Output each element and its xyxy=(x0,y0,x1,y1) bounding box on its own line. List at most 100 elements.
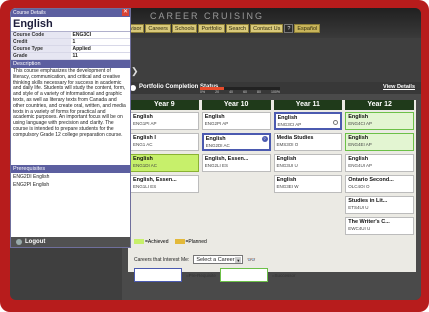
nav-portfolio[interactable]: Portfolio xyxy=(198,24,225,33)
course-card-code: ENG4UI AP xyxy=(348,163,373,168)
glasses-icon[interactable]: 👓 xyxy=(247,256,256,264)
course-card-name: English I xyxy=(133,135,156,141)
course-card-code: ENG2PI AP xyxy=(204,121,229,126)
course-card-name: English xyxy=(276,156,297,162)
course-grid: Year 9 Year 10 Year 11 Year 12 English EN… xyxy=(128,100,416,282)
field-key: Course Code xyxy=(11,32,71,38)
course-card[interactable]: English ENG2DI AC? xyxy=(201,133,271,151)
course-card-name: English xyxy=(348,156,369,162)
nav-bar: Advisor Careers Schools Portfolio Search… xyxy=(120,24,321,33)
course-card-code: ENG3UI U xyxy=(276,163,298,168)
year-column: English ENG1PI AP English I ENG1 AC English E… xyxy=(130,112,199,235)
course-card[interactable]: English ENG4EI AP xyxy=(345,133,414,151)
chevron-down-icon: ▼ xyxy=(235,257,242,263)
career-select[interactable]: Select a Career ▼ xyxy=(193,255,244,264)
legend-planned-swatch xyxy=(174,239,185,245)
career-select-value: Select a Career xyxy=(196,257,235,263)
info-icon[interactable]: ? xyxy=(261,136,268,142)
view-details-link[interactable]: View Details xyxy=(383,84,415,90)
course-card-code: OLC4OI O xyxy=(348,184,370,189)
course-card[interactable]: The Writer's C... EWC4UI U xyxy=(345,217,414,235)
course-card[interactable]: English ENG2PI AP xyxy=(201,112,271,130)
course-card-code: ENG1PI AP xyxy=(133,121,157,126)
course-card-name: English, Essen... xyxy=(133,177,177,183)
course-card[interactable]: English ENG4UI AP xyxy=(345,154,414,172)
course-card-name: English xyxy=(133,114,153,120)
main-content: Portfolio Completion Status 0% 20 40 60 … xyxy=(122,82,421,300)
outer-frame: CAREER CRUISING Advisor Careers Schools … xyxy=(0,0,429,312)
course-card-code: ENG1LI ES xyxy=(133,184,157,189)
field-key: Grade xyxy=(11,53,71,59)
year-header: Year 12 xyxy=(345,100,414,110)
course-card-name: Media Studies xyxy=(276,135,314,141)
course-card-code: ENG1 AC xyxy=(133,142,153,147)
nav-contact[interactable]: Contact Us xyxy=(250,24,284,33)
legend-achieved-label: =Achieved xyxy=(145,239,169,245)
course-card-code: ENG2LI ES xyxy=(204,163,229,168)
nav-search[interactable]: Search xyxy=(225,24,250,33)
careers-row: Careers that Interest Me: Select a Caree… xyxy=(134,255,256,264)
course-card-name: English xyxy=(348,114,369,120)
course-card[interactable]: Media Studies EMS3OI O xyxy=(273,133,343,151)
course-card-name: English xyxy=(277,115,298,121)
course-card[interactable]: English ENG3EI W xyxy=(273,175,343,193)
progress-tick: 0% xyxy=(200,90,206,94)
field-value: Applied xyxy=(72,46,91,52)
careers-label: Careers that Interest Me: xyxy=(134,256,190,263)
course-card[interactable]: Studies in Lit... ETS4UI U xyxy=(345,196,414,214)
progress-tick: 40 xyxy=(229,90,233,94)
course-details-panel: Course Details ✕ English Course Code ENG… xyxy=(10,8,131,248)
course-card-code: ENG1DI AC xyxy=(133,163,158,168)
course-card[interactable]: English ENG3CI AP xyxy=(273,112,343,130)
logout-button[interactable]: Logout xyxy=(11,237,130,247)
course-card[interactable]: Ontario Second... OLC4OI O xyxy=(345,175,414,193)
successor-label: =Successor xyxy=(271,272,296,278)
course-card[interactable]: English ENG1DI AC xyxy=(130,154,199,172)
successor-swatch xyxy=(219,268,268,282)
progress-tick: 60 xyxy=(243,90,247,94)
course-card-code: ENG3CI AP xyxy=(277,122,302,127)
nav-careers[interactable]: Careers xyxy=(145,24,171,33)
course-card[interactable]: English ENG3UI U xyxy=(273,154,343,172)
field-key: Course Type xyxy=(11,46,71,52)
relationship-key: =Pre-Requisite =Successor xyxy=(134,268,296,282)
legend-achieved-swatch xyxy=(134,239,144,245)
course-card-name: English xyxy=(133,156,153,162)
progress-tick: 80 xyxy=(257,90,261,94)
year-column: English ENG3CI AP Media Studies EMS3OI O Eng… xyxy=(273,112,343,235)
field-value: ENG3CI xyxy=(72,32,92,38)
year-column: English ENG4CI AP English ENG4EI AP English E… xyxy=(345,112,414,235)
course-card-name: English xyxy=(348,135,369,141)
year-header: Year 11 xyxy=(273,100,343,110)
course-card[interactable]: English ENG4CI AP xyxy=(345,112,414,130)
field-value: 11 xyxy=(72,53,78,59)
prerequisites-heading: Prerequisites xyxy=(11,165,130,173)
field-value: 1 xyxy=(72,39,76,45)
prereq-label: =Pre-Requisite xyxy=(186,272,216,278)
prerequisite-item: ENG2DI English xyxy=(13,174,50,180)
course-card-code: ENG2DI AC xyxy=(205,143,230,148)
course-card[interactable]: English ENG1PI AP xyxy=(130,112,199,130)
year-header: Year 10 xyxy=(201,100,271,110)
course-card-code: ENG3EI W xyxy=(276,184,299,189)
course-card-code: ETS4UI U xyxy=(348,205,369,210)
nav-espanol[interactable]: Español xyxy=(294,24,321,33)
legend: =Achieved =Planned xyxy=(134,239,207,245)
description-text: This course emphasizes the development o… xyxy=(13,68,126,138)
completion-status-bar: Portfolio Completion Status 0% 20 40 60 … xyxy=(122,82,421,94)
course-card[interactable]: English, Essen... ENG1LI ES xyxy=(130,175,199,193)
field-key: Credit xyxy=(11,39,71,45)
close-icon[interactable]: ✕ xyxy=(122,9,129,16)
course-card[interactable]: English, Essen... ENG2LI ES xyxy=(201,154,271,172)
progress-ticks: 0% 20 40 60 80 100% xyxy=(200,90,280,94)
field-row: Course Code ENG3CI xyxy=(11,32,130,39)
year-headers: Year 9 Year 10 Year 11 Year 12 xyxy=(128,100,416,110)
prereq-swatch xyxy=(134,268,182,282)
course-card-code: EMS3OI O xyxy=(276,142,299,147)
nav-schools[interactable]: Schools xyxy=(171,24,198,33)
course-card-name: Studies in Lit... xyxy=(348,198,388,204)
course-name: English xyxy=(11,17,130,32)
help-icon[interactable]: ? xyxy=(284,24,294,33)
course-card-name: English, Essen... xyxy=(204,156,249,162)
course-card[interactable]: English I ENG1 AC xyxy=(130,133,199,151)
